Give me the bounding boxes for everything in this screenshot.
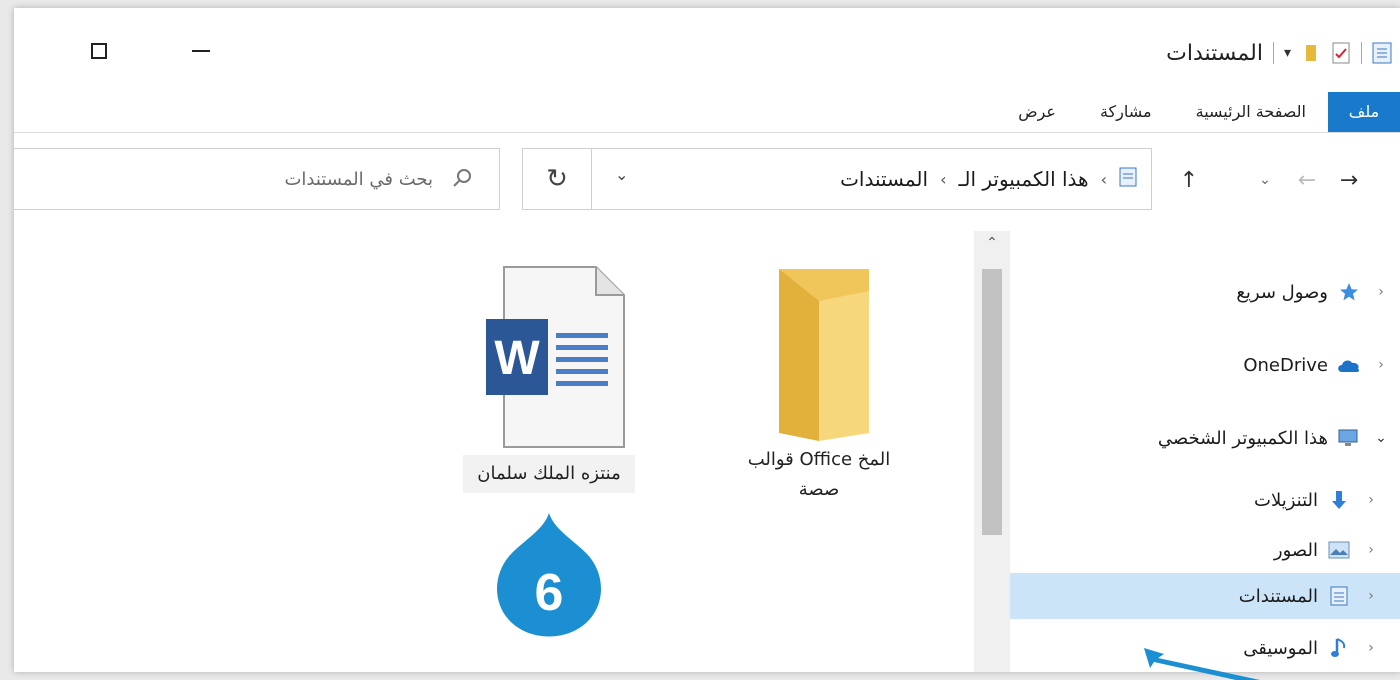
breadcrumb-this-pc[interactable]: هذا الكمبيوتر الـ	[959, 167, 1089, 191]
maximize-button[interactable]	[84, 36, 114, 66]
file-name: قوالب Office المخ صصة	[747, 449, 891, 500]
nav-item-this-pc[interactable]: ⌄ هذا الكمبيوتر الشخصي	[1010, 415, 1400, 461]
quick-access-dropdown-icon[interactable]: ▾	[1284, 45, 1291, 61]
pointer-arrow-icon	[1144, 648, 1260, 680]
breadcrumb-documents[interactable]: المستندات	[840, 167, 928, 191]
title-area: المستندات ▾	[1166, 36, 1392, 70]
cloud-icon	[1336, 354, 1362, 376]
nav-item-label: OneDrive	[1243, 354, 1328, 376]
pictures-icon	[1326, 539, 1352, 561]
navigation-pane: ‹ وصول سريع ‹ OneDrive ⌄ هذا الكمبيوتر ا…	[1010, 231, 1400, 672]
step-callout: 6	[484, 509, 614, 639]
svg-text:W: W	[494, 332, 540, 385]
nav-item-onedrive[interactable]: ‹ OneDrive	[1010, 342, 1400, 388]
computer-icon	[1336, 427, 1362, 449]
file-explorer-window: المستندات ▾ ملف الصفحة الرئيسية مشاركة ع…	[14, 8, 1400, 672]
download-icon	[1326, 489, 1352, 511]
music-icon	[1326, 637, 1352, 659]
title-separator	[1361, 42, 1362, 64]
new-folder-icon[interactable]	[1301, 42, 1321, 64]
minimize-button[interactable]	[186, 36, 216, 66]
nav-item-pictures[interactable]: ‹ الصور	[1010, 527, 1400, 573]
chevron-left-icon[interactable]: ‹	[1372, 357, 1390, 373]
up-arrow-icon[interactable]: ↑	[1174, 165, 1204, 195]
ribbon-tabs: ملف الصفحة الرئيسية مشاركة عرض	[996, 92, 1400, 132]
maximize-icon	[91, 43, 107, 59]
tab-share[interactable]: مشاركة	[1078, 92, 1174, 132]
properties-icon[interactable]	[1331, 42, 1351, 64]
address-bar[interactable]: ↻ ⌄ المستندات ‹ هذا الكمبيوتر الـ ‹	[522, 148, 1152, 210]
tab-file[interactable]: ملف	[1328, 92, 1400, 132]
recent-locations-dropdown-icon[interactable]: ⌄	[1250, 165, 1280, 195]
nav-item-label: هذا الكمبيوتر الشخصي	[1157, 427, 1328, 449]
word-document-file[interactable]: W منتزه الملك سلمان	[444, 261, 654, 493]
nav-item-label: المستندات	[1238, 585, 1318, 607]
nav-item-label: التنزيلات	[1254, 489, 1318, 511]
word-document-icon: W	[486, 266, 625, 448]
title-separator	[1272, 42, 1274, 64]
scroll-thumb[interactable]	[982, 269, 1002, 535]
chevron-left-icon[interactable]: ‹	[1372, 284, 1390, 300]
chevron-left-icon[interactable]: ‹	[1362, 588, 1380, 604]
search-input[interactable]	[31, 163, 435, 195]
folder-icon	[779, 269, 869, 441]
star-icon	[1336, 281, 1362, 303]
folder-custom-office-templates[interactable]: قوالب Office المخ صصة	[704, 261, 934, 505]
nav-item-documents[interactable]: ‹ المستندات	[1010, 573, 1400, 619]
window-title: المستندات	[1166, 40, 1263, 66]
vertical-scrollbar[interactable]: ⌃	[974, 231, 1010, 672]
search-box	[14, 148, 500, 210]
documents-icon	[1326, 585, 1352, 607]
scroll-up-icon[interactable]: ⌃	[974, 235, 1010, 259]
file-name: منتزه الملك سلمان	[463, 455, 635, 493]
forward-arrow-icon[interactable]: ←	[1292, 165, 1322, 195]
callout-number: 6	[534, 564, 564, 622]
minimize-icon	[192, 50, 210, 52]
address-row: → ← ⌄ ↑ ↻ ⌄ المستندات ‹ هذا الكمبيوتر ال…	[14, 133, 1400, 231]
title-bar: المستندات ▾	[14, 8, 1400, 92]
documents-icon	[1372, 42, 1392, 64]
back-arrow-icon[interactable]: →	[1334, 165, 1364, 195]
chevron-left-icon[interactable]: ‹	[1362, 492, 1380, 508]
nav-item-label: الصور	[1273, 539, 1318, 561]
tab-view[interactable]: عرض	[996, 92, 1078, 132]
breadcrumb: المستندات ‹ هذا الكمبيوتر الـ ‹	[840, 149, 1137, 209]
chevron-left-icon[interactable]: ‹	[1362, 640, 1380, 656]
refresh-icon[interactable]: ↻	[523, 149, 592, 209]
chevron-down-icon[interactable]: ⌄	[1372, 430, 1390, 446]
chevron-icon[interactable]: ‹	[940, 170, 946, 189]
search-icon	[453, 169, 471, 187]
tab-home[interactable]: الصفحة الرئيسية	[1174, 92, 1328, 132]
address-dropdown-icon[interactable]: ⌄	[615, 165, 628, 184]
ribbon: ملف الصفحة الرئيسية مشاركة عرض	[14, 92, 1400, 133]
chevron-left-icon[interactable]: ‹	[1362, 542, 1380, 558]
chevron-icon[interactable]: ‹	[1101, 170, 1107, 189]
nav-item-label: وصول سريع	[1236, 281, 1328, 303]
documents-icon	[1119, 167, 1137, 192]
nav-item-downloads[interactable]: ‹ التنزيلات	[1010, 477, 1400, 523]
nav-item-quick-access[interactable]: ‹ وصول سريع	[1010, 269, 1400, 315]
